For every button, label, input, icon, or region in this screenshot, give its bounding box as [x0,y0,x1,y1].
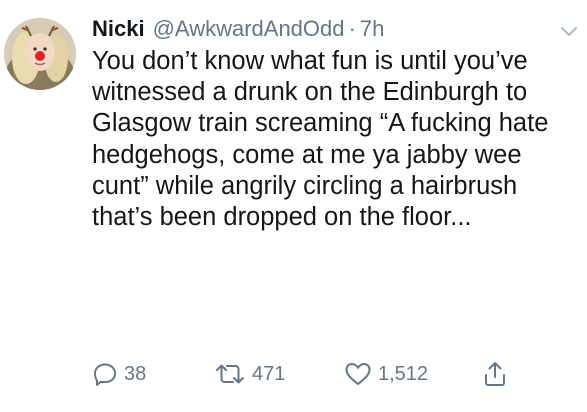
heart-icon [345,363,371,385]
like-button[interactable]: 1,512 [344,361,482,387]
chevron-down-icon[interactable] [558,20,580,42]
reply-count: 38 [124,362,147,385]
retweet-icon [216,364,244,384]
reply-button[interactable]: 38 [92,361,214,387]
tweet-text: You don’t know what fun is until you’ve … [92,47,549,232]
share-button[interactable] [482,360,508,388]
separator-dot: · [348,16,356,41]
tweet-actions: 38 471 1,512 [92,360,512,388]
retweet-button[interactable]: 471 [214,361,344,387]
reply-icon [94,363,116,386]
like-count: 1,512 [378,362,429,385]
display-name[interactable]: Nicki [92,14,145,44]
avatar[interactable] [4,18,76,90]
tweet-header: Nicki @AwkwardAndOdd · 7h [92,14,562,44]
tweet: Nicki @AwkwardAndOdd · 7h You don’t know… [92,14,577,233]
share-icon [485,362,505,386]
clipped-text-fragment: ▔ ▔▔▔▔ ▔▔▔▔▔ ▔▔ ▔▔▔▔▔▔▔ [60,0,417,8]
user-handle[interactable]: @AwkwardAndOdd [153,14,345,44]
timestamp[interactable]: 7h [360,14,384,44]
profile-photo-icon [4,18,76,90]
previous-tweet-clipped: ▔ ▔▔▔▔ ▔▔▔▔▔ ▔▔ ▔▔▔▔▔▔▔ [0,0,587,8]
retweet-count: 471 [252,362,286,385]
